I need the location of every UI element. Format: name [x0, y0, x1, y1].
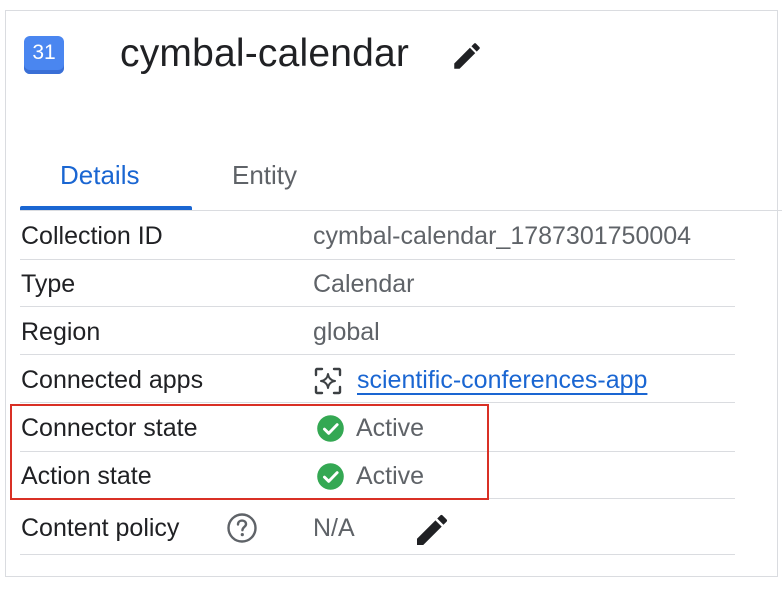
tab-entity[interactable]: Entity [232, 155, 297, 195]
calendar-icon-label: 31 [32, 41, 56, 64]
tab-divider [20, 210, 782, 211]
row-divider [20, 259, 735, 260]
connected-apps-label: Connected apps [21, 366, 204, 394]
tab-details[interactable]: Details [60, 155, 139, 195]
google-calendar-icon: 31 [24, 36, 64, 74]
sparkle-app-icon [314, 367, 342, 395]
collection-id-value: cymbal-calendar_1787301750004 [313, 222, 692, 250]
row-divider [20, 402, 735, 403]
row-divider [20, 354, 735, 355]
region-value: global [313, 318, 380, 346]
collection-id-label: Collection ID [21, 222, 163, 250]
pencil-icon[interactable] [450, 39, 484, 73]
pencil-icon[interactable] [412, 510, 452, 550]
region-label: Region [21, 318, 101, 346]
connected-app-link[interactable]: scientific-conferences-app [357, 364, 647, 396]
type-value: Calendar [313, 270, 415, 298]
row-divider [20, 306, 735, 307]
page-title: cymbal-calendar [120, 32, 410, 75]
type-label: Type [21, 270, 76, 298]
state-highlight-box [10, 404, 489, 500]
content-policy-label: Content policy [21, 514, 180, 542]
page: 31 cymbal-calendar Details Entity Collec… [0, 0, 782, 596]
row-divider [20, 554, 735, 555]
content-policy-value: N/A [313, 514, 355, 542]
help-icon[interactable] [226, 512, 258, 544]
